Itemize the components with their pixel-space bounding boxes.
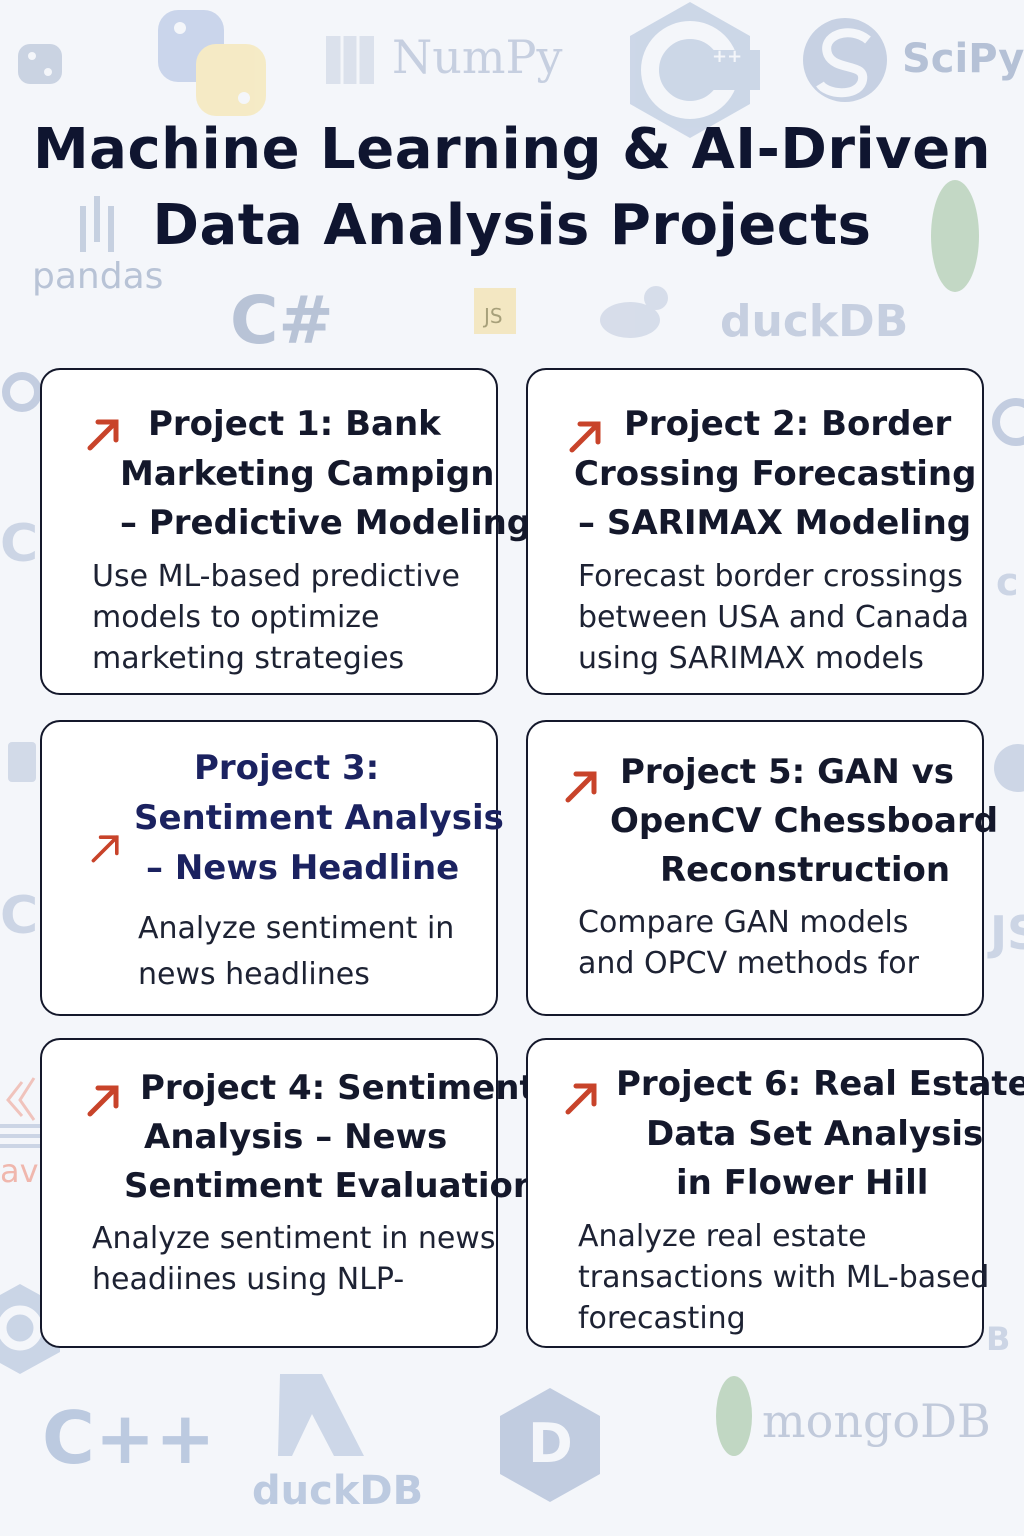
project-description: using SARIMAX models	[578, 641, 924, 676]
project-card-5[interactable]: Project 5: GAN vs OpenCV Chessboard Reco…	[526, 720, 998, 1016]
project-title: Analysis – News	[144, 1117, 448, 1157]
project-title: OpenCV Chessboard	[610, 801, 999, 841]
java-fragment-text: av	[0, 1152, 39, 1190]
project-title: Data Set Analysis	[646, 1114, 984, 1154]
arrow-up-right-icon	[87, 1085, 119, 1117]
project-description: transactions with ML-based	[578, 1260, 990, 1295]
project-card-1[interactable]: Project 1: Bank Marketing Campign – Pred…	[40, 368, 531, 695]
project-card-6[interactable]: Project 6: Real Estate Data Set Analysis…	[526, 1038, 1024, 1348]
page-title-line-1: Machine Learning & AI-Driven	[32, 117, 992, 182]
page-title-line-2: Data Analysis Projects	[152, 193, 872, 258]
b-fragment-text: B	[986, 1320, 1011, 1358]
project-description: Analyze real estate	[578, 1219, 867, 1254]
gear-icon	[992, 398, 1024, 446]
project-card-3[interactable]: Project 3: Sentiment Analysis – News Hea…	[40, 720, 504, 1016]
project-description: models to optimize	[92, 600, 380, 635]
project-description: Compare GAN models	[578, 905, 909, 940]
c-fragment-text: C	[0, 886, 39, 946]
arrow-up-right-icon	[91, 835, 119, 863]
project-description: and OPCV methods for	[578, 946, 919, 981]
js-logo-text: JS	[484, 304, 503, 328]
project-description: between USA and Canada	[578, 600, 970, 635]
project-description: Analyze sentiment in	[138, 911, 455, 946]
project-card-2[interactable]: Project 2: Border Crossing Forecasting –…	[526, 368, 984, 695]
scipy-logo-text: SciPy	[902, 36, 1024, 82]
arrow-up-right-icon	[565, 1083, 597, 1115]
mongodb-logo-text: mongoDB	[762, 1394, 991, 1448]
cpp-plus-text: ++	[712, 46, 743, 67]
arrow-up-right-icon	[565, 771, 597, 803]
csharp-fragment-text: c	[996, 560, 1019, 604]
arrow-up-right-icon	[87, 419, 119, 451]
dash-a-icon	[278, 1374, 364, 1456]
page-title: Machine Learning & AI-Driven Data Analys…	[0, 112, 1024, 264]
project-description: Forecast border crossings	[578, 559, 963, 594]
project-title: Reconstruction	[660, 850, 951, 890]
python-icon	[158, 10, 266, 116]
project-description: forecasting	[578, 1301, 746, 1336]
numpy-logo-text: NumPy	[392, 30, 563, 84]
project-title: Crossing Forecasting	[574, 454, 977, 494]
project-title: Project 5: GAN vs	[620, 752, 955, 792]
project-title: Project 6: Real Estate	[616, 1064, 1024, 1104]
project-title: – News Headline	[146, 848, 460, 888]
project-title: Project 4: Sentiment	[140, 1068, 536, 1108]
project-title: Sentiment Analysis	[134, 798, 504, 838]
java-icon	[0, 1077, 40, 1148]
project-description: headiines using NLP-	[92, 1262, 405, 1297]
js-fragment-text: JS	[990, 906, 1024, 960]
project-description: Use ML-based predictive	[92, 559, 460, 594]
project-description: Analyze sentiment in news	[92, 1221, 496, 1256]
gear-icon	[2, 372, 42, 412]
project-title: – SARIMAX Modeling	[578, 503, 972, 543]
globe-icon	[994, 744, 1024, 792]
duck-icon	[600, 286, 668, 338]
project-card-4[interactable]: Project 4: Sentiment Analysis – News Sen…	[40, 1038, 537, 1348]
flask-icon	[8, 742, 36, 782]
d-letter-text: D	[528, 1412, 573, 1475]
scipy-icon	[803, 18, 887, 102]
c-fragment-text: C	[0, 514, 39, 574]
project-title: Sentiment Evaluation	[124, 1166, 538, 1206]
project-title: Marketing Campign	[120, 454, 495, 494]
duckdb-logo-text: duckDB	[252, 1468, 424, 1514]
duckdb-logo-text: duckDB	[720, 296, 909, 347]
project-title: in Flower Hill	[676, 1163, 929, 1203]
project-title: Project 3:	[194, 748, 380, 788]
csharp-logo-text: C#	[230, 282, 334, 359]
mongodb-leaf-icon	[716, 1376, 752, 1456]
cpp-logo-text: C++	[42, 1396, 216, 1480]
project-description: news headlines	[138, 957, 370, 992]
project-title: Project 1: Bank	[148, 404, 441, 444]
project-description: marketing strategies	[92, 641, 405, 676]
project-title: – Predictive Modeling	[120, 503, 532, 543]
numpy-cube-icon	[326, 36, 374, 84]
project-title: Project 2: Border	[624, 404, 952, 444]
python-small-icon	[18, 44, 62, 84]
